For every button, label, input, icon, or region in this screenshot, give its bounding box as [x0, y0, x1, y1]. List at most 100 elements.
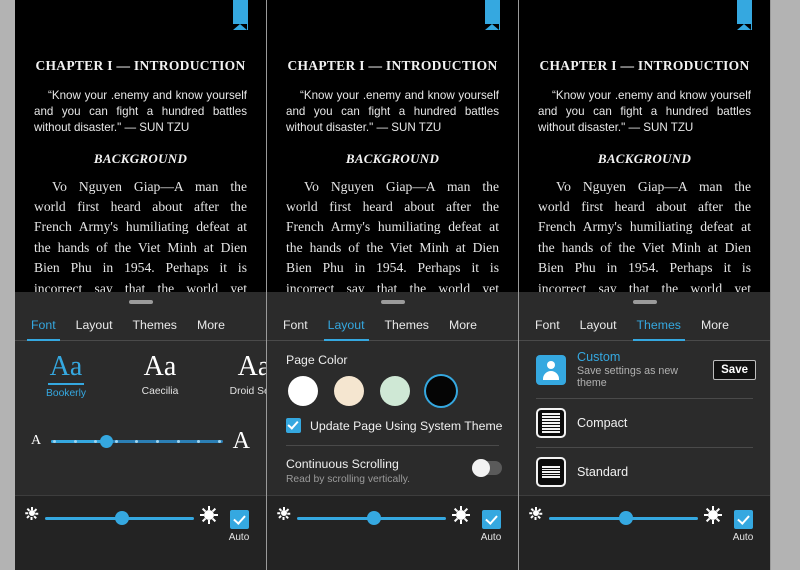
screenshot-root: CHAPTER I — INTRODUCTION “Know your .ene… — [0, 0, 800, 570]
tab-font[interactable]: Font — [27, 310, 60, 341]
tab-more[interactable]: More — [449, 310, 477, 341]
settings-tabbar-3: Font Layout Themes More — [519, 310, 770, 341]
brightness-slider-1[interactable] — [45, 510, 194, 526]
brightness-bar-2: Auto — [267, 495, 518, 570]
font-sample-bookerly: Aa — [47, 351, 85, 385]
continuous-scrolling-row[interactable]: Continuous Scrolling Read by scrolling v… — [267, 446, 518, 485]
tab-more[interactable]: More — [701, 310, 729, 341]
theme-name-standard: Standard — [577, 465, 629, 479]
right-gutter — [771, 0, 800, 570]
theme-compact-text: Compact — [577, 416, 756, 430]
font-option-caecilia[interactable]: Aa Caecilia — [131, 351, 189, 399]
theme-row-custom[interactable]: Custom Save settings as new theme Save — [519, 341, 770, 398]
toggle-knob — [472, 459, 490, 477]
tab-layout[interactable]: Layout — [323, 310, 369, 341]
font-option-droid-serif[interactable]: Aa Droid Serif — [225, 351, 266, 399]
system-theme-row[interactable]: Update Page Using System Theme — [267, 406, 518, 433]
continuous-scrolling-title: Continuous Scrolling — [286, 457, 399, 471]
theme-standard-text: Standard — [577, 465, 756, 479]
epigraph-quote: “Know your .enemy and know yourself and … — [34, 89, 247, 135]
left-gutter — [0, 0, 15, 570]
tab-layout[interactable]: Layout — [76, 310, 113, 341]
font-size-slider[interactable] — [51, 432, 223, 450]
epigraph-quote: “Know your .enemy and know yourself and … — [538, 89, 751, 135]
tab-more[interactable]: More — [197, 310, 225, 341]
body-paragraph: Vo Nguyen Giap—A man the world first hea… — [538, 178, 751, 310]
auto-checkbox-icon[interactable] — [733, 510, 753, 529]
brightness-slider-2[interactable] — [297, 510, 446, 526]
auto-brightness-1[interactable]: Auto — [224, 510, 254, 543]
font-label-caecilia: Caecilia — [141, 386, 179, 397]
swatch-black[interactable] — [426, 376, 456, 406]
auto-checkbox-icon[interactable] — [481, 510, 501, 529]
font-size-large-label: A — [232, 427, 250, 454]
brightness-thumb-1[interactable] — [115, 511, 130, 525]
theme-row-compact[interactable]: Compact — [519, 399, 770, 447]
sun-low-icon — [529, 506, 543, 520]
settings-panel-themes: Font Layout Themes More Custom Save sett… — [519, 310, 770, 570]
panel-drag-handle[interactable] — [632, 300, 657, 304]
tab-themes[interactable]: Themes — [133, 310, 177, 341]
page-color-swatches — [267, 367, 518, 406]
swatch-white[interactable] — [288, 376, 318, 406]
auto-brightness-2[interactable]: Auto — [476, 510, 506, 543]
chapter-title: CHAPTER I — INTRODUCTION — [287, 58, 498, 73]
tab-font[interactable]: Font — [283, 310, 308, 341]
theme-row-standard[interactable]: Standard — [519, 448, 770, 496]
sun-high-icon — [200, 506, 218, 524]
bookmark-ribbon-icon[interactable] — [485, 0, 500, 30]
sun-high-icon — [452, 506, 470, 524]
reader-page-2[interactable]: CHAPTER I — INTRODUCTION “Know your .ene… — [267, 0, 518, 310]
auto-label: Auto — [732, 532, 754, 543]
standard-lines-icon — [536, 457, 566, 487]
auto-label: Auto — [228, 532, 250, 543]
tab-themes[interactable]: Themes — [632, 310, 686, 341]
font-label-bookerly: Bookerly — [45, 388, 87, 399]
tab-font[interactable]: Font — [535, 310, 560, 341]
settings-panel-layout: Font Layout Themes More Page Color Updat… — [267, 310, 518, 570]
system-theme-checkbox-icon[interactable] — [286, 418, 301, 433]
save-theme-button[interactable]: Save — [713, 359, 756, 380]
bookmark-ribbon-icon[interactable] — [737, 0, 752, 30]
theme-name-custom: Custom — [577, 350, 621, 364]
phone-screen-layout: CHAPTER I — INTRODUCTION “Know your .ene… — [267, 0, 519, 570]
auto-label: Auto — [480, 532, 502, 543]
brightness-slider-3[interactable] — [549, 510, 698, 526]
epigraph-quote: “Know your .enemy and know yourself and … — [286, 89, 499, 135]
sun-low-icon — [25, 506, 39, 520]
font-option-bookerly[interactable]: Aa Bookerly — [37, 351, 95, 399]
sun-high-icon — [704, 506, 722, 524]
font-size-row: A A — [15, 399, 266, 465]
section-heading: BACKGROUND — [597, 150, 692, 166]
brightness-thumb-3[interactable] — [619, 511, 634, 525]
body-paragraph: Vo Nguyen Giap—A man the world first hea… — [34, 178, 247, 310]
body-paragraph: Vo Nguyen Giap—A man the world first hea… — [286, 178, 499, 310]
settings-tabbar-2: Font Layout Themes More — [267, 310, 518, 341]
auto-brightness-3[interactable]: Auto — [728, 510, 758, 543]
bookmark-ribbon-icon[interactable] — [233, 0, 248, 30]
reader-page-1[interactable]: CHAPTER I — INTRODUCTION “Know your .ene… — [15, 0, 266, 310]
settings-tabbar-1: Font Layout Themes More — [15, 310, 266, 341]
panel-drag-handle[interactable] — [128, 300, 153, 304]
brightness-thumb-2[interactable] — [367, 511, 382, 525]
reader-page-3[interactable]: CHAPTER I — INTRODUCTION “Know your .ene… — [519, 0, 770, 310]
person-avatar-icon — [536, 354, 566, 385]
section-heading: BACKGROUND — [345, 150, 440, 166]
continuous-scrolling-toggle[interactable] — [472, 459, 502, 477]
auto-checkbox-icon[interactable] — [229, 510, 249, 529]
panel-drag-handle[interactable] — [380, 300, 405, 304]
theme-custom-text: Custom Save settings as new theme — [577, 350, 702, 389]
tab-layout[interactable]: Layout — [580, 310, 617, 341]
continuous-scrolling-text: Continuous Scrolling Read by scrolling v… — [286, 457, 472, 485]
brightness-bar-3: Auto — [519, 495, 770, 570]
compact-lines-icon — [536, 408, 566, 438]
tab-themes[interactable]: Themes — [385, 310, 429, 341]
font-sample-droid-serif: Aa — [237, 351, 266, 382]
swatch-sepia[interactable] — [334, 376, 364, 406]
font-size-thumb[interactable] — [99, 434, 113, 448]
font-size-ticks — [51, 439, 223, 443]
brightness-bar-1: Auto — [15, 495, 266, 570]
page-color-label: Page Color — [286, 353, 348, 367]
font-size-small-label: A — [31, 433, 42, 448]
swatch-green[interactable] — [380, 376, 410, 406]
